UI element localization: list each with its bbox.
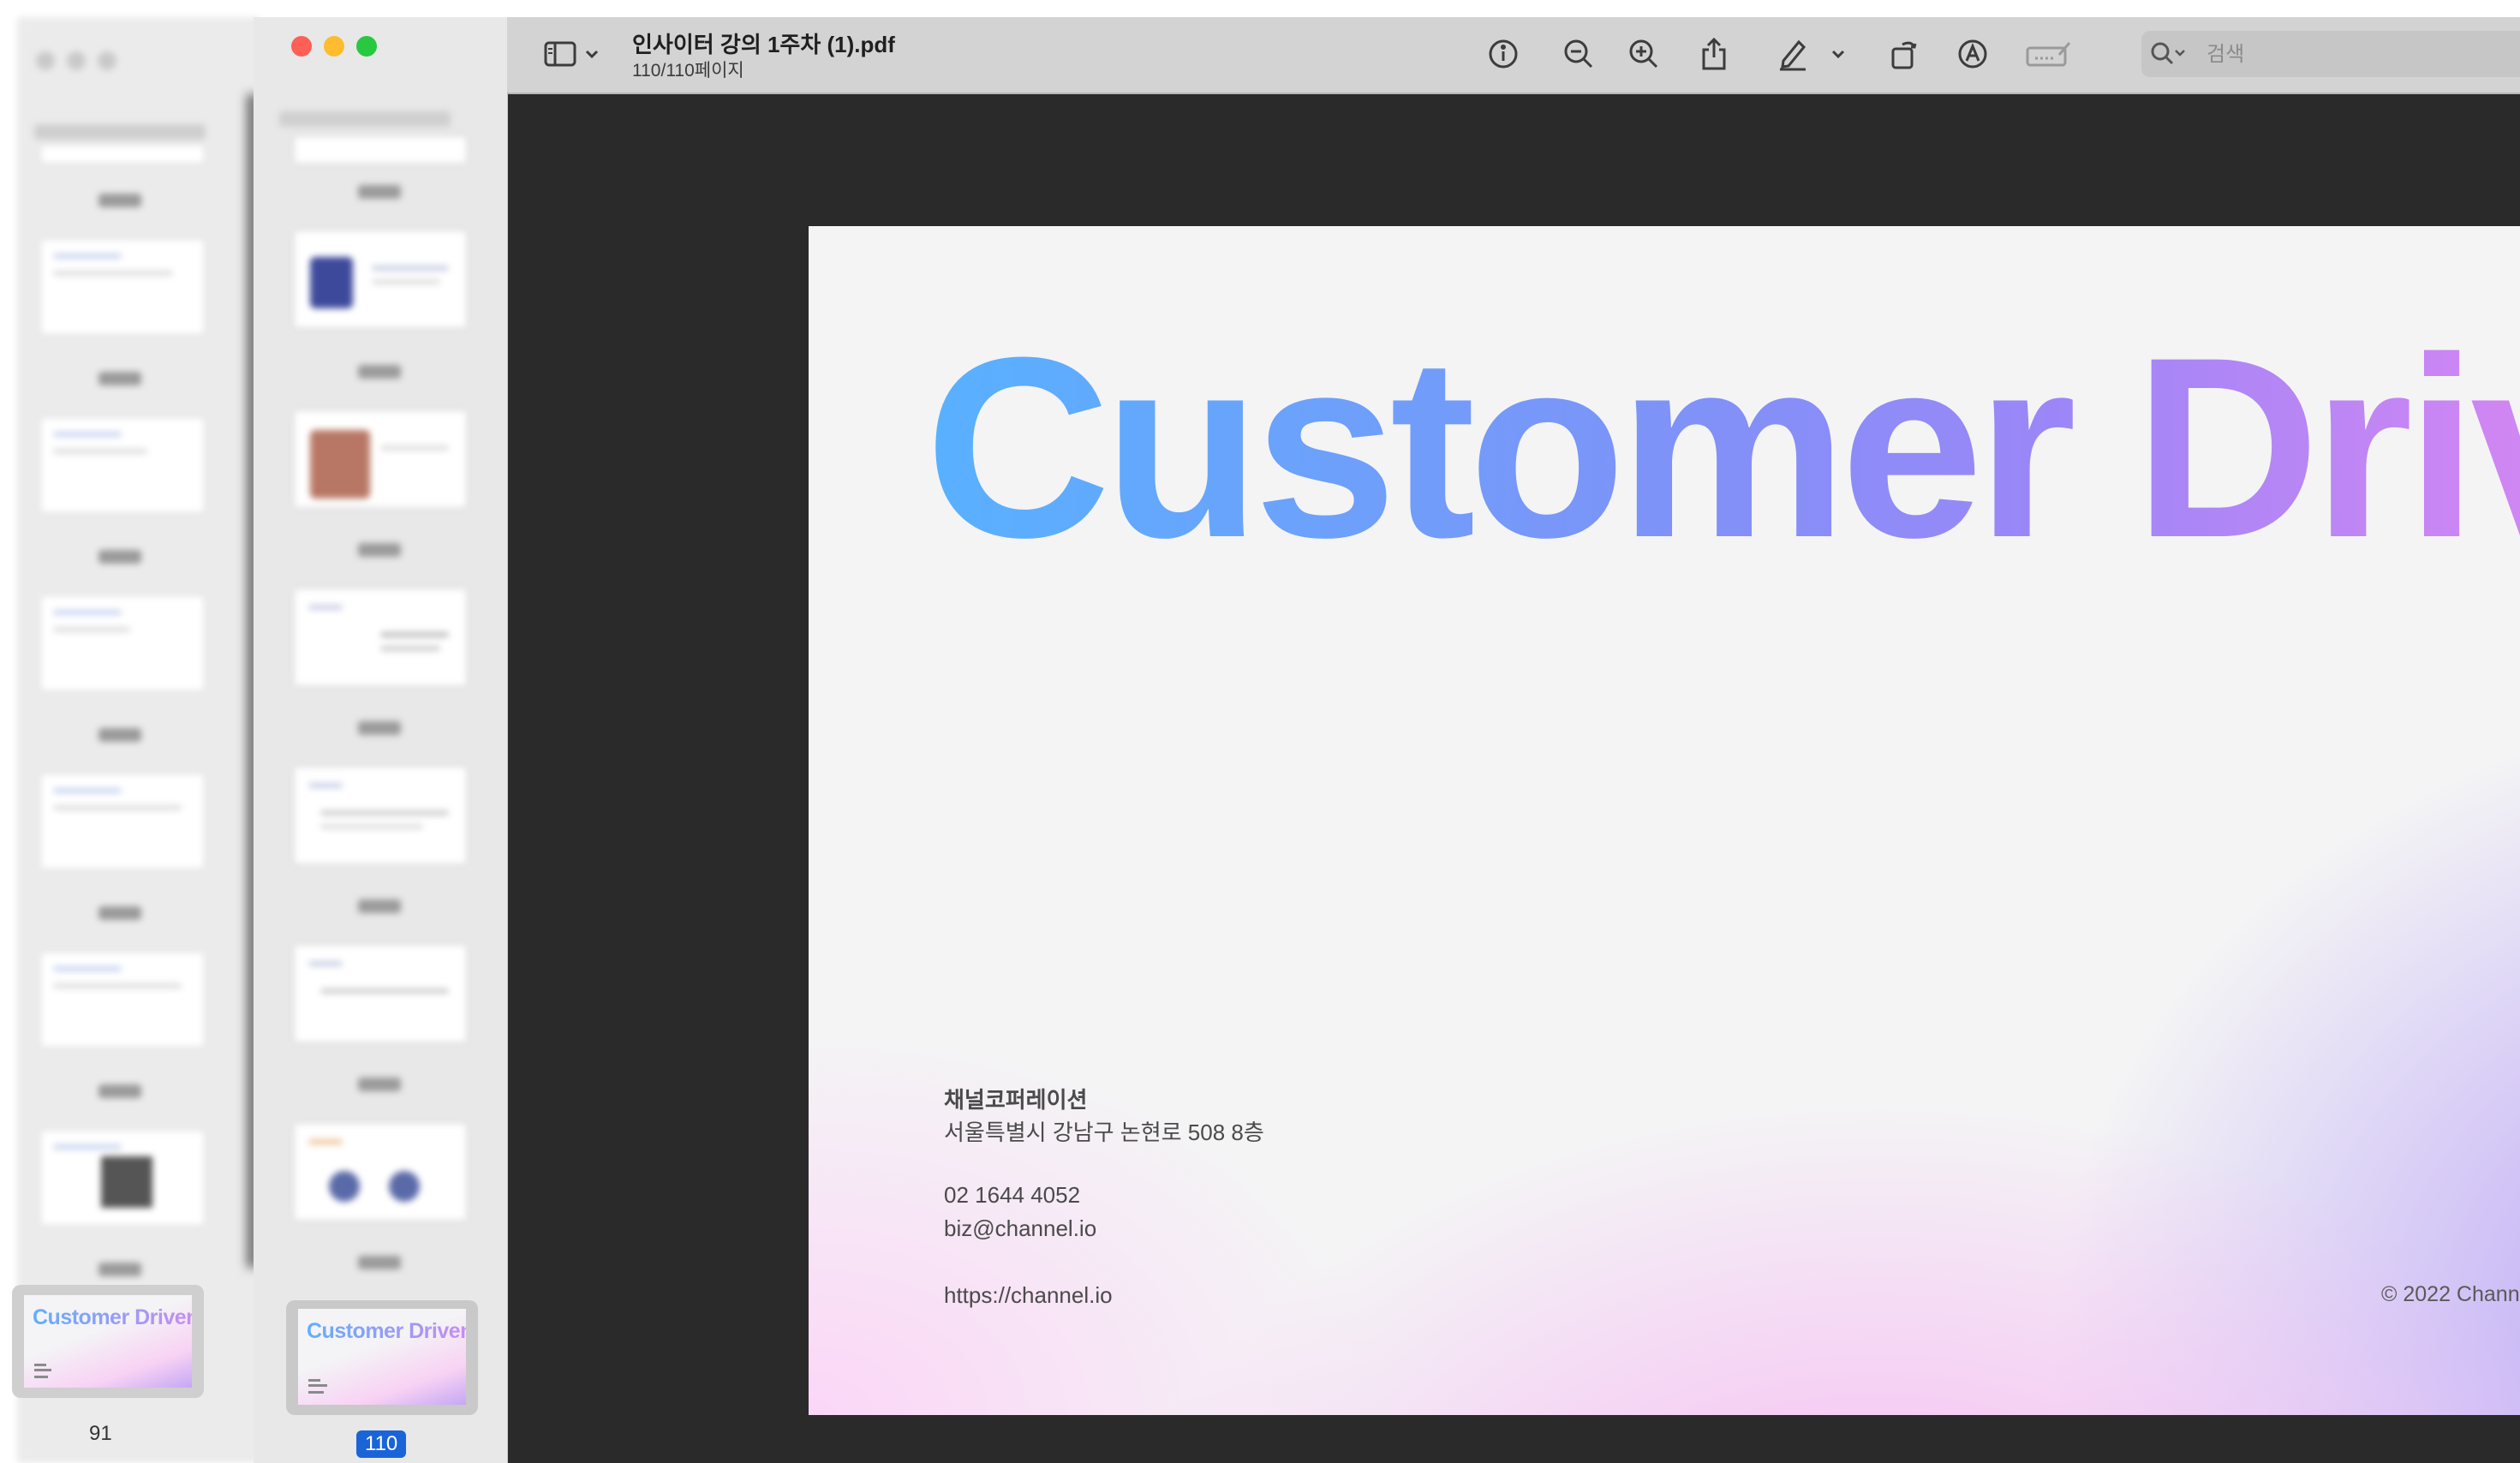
page-thumbnail[interactable]: [295, 589, 466, 685]
bg-selected-page-number: 91: [89, 1422, 112, 1445]
thumbnail-page-number: [358, 899, 401, 913]
search-field[interactable]: [2141, 31, 2520, 77]
page-thumbnail[interactable]: [295, 231, 466, 327]
bg-thumbnail: [41, 240, 204, 334]
selected-thumbnail-page[interactable]: Customer Driven: [298, 1309, 466, 1405]
bg-page-number: [99, 906, 141, 920]
sidebar-toggle-icon: [544, 41, 576, 67]
page-counter: 110/110페이지: [632, 61, 744, 81]
bg-thumbnail: [41, 952, 204, 1047]
company-phone: 02 1644 4052: [944, 1182, 1081, 1208]
copyright-text: © 2022 Channel Corp. all rights reserved…: [2381, 1282, 2520, 1306]
search-input[interactable]: [2205, 39, 2517, 70]
thumbnail-title: Customer Driven: [307, 1319, 466, 1344]
thumbnail-page-number: [358, 1078, 401, 1091]
search-icon: [2151, 42, 2185, 65]
bg-thumbnail: [41, 596, 204, 690]
chevron-down-icon: [585, 50, 599, 59]
rotate-button[interactable]: [1883, 33, 1926, 75]
chevron-down-icon: [1831, 50, 1845, 59]
zoom-in-button[interactable]: [1622, 33, 1665, 75]
bg-thumbnail: [41, 774, 204, 869]
thumbnail-page-number: [358, 365, 401, 379]
sidebar-toggle-button[interactable]: [541, 33, 579, 75]
zoom-out-icon: [1564, 39, 1593, 69]
selected-page-number-badge: 110: [356, 1430, 407, 1458]
bg-selected-thumbnail[interactable]: Customer Driven: [12, 1285, 204, 1398]
preview-window: Customer Driven 110 인사이터 강의 1주차 (1).pdf …: [254, 17, 2520, 1463]
page-heading: Customer Driven: [925, 319, 2520, 576]
company-name: 채널코퍼레이션: [944, 1087, 1088, 1113]
page-thumbnail[interactable]: [295, 1124, 466, 1220]
signature-icon: [2026, 42, 2071, 67]
page-thumbnail[interactable]: [295, 767, 466, 863]
toolbar: 인사이터 강의 1주차 (1).pdf 110/110페이지: [507, 17, 2520, 94]
bg-page-number: [99, 372, 141, 385]
bg-page-number: [99, 1084, 141, 1098]
bg-thumbnail: [41, 1131, 204, 1225]
info-button[interactable]: [1482, 33, 1525, 75]
zoom-button[interactable]: [356, 36, 377, 57]
page-thumbnail[interactable]: [295, 411, 466, 507]
page-thumbnail[interactable]: [295, 946, 466, 1042]
window-controls: [291, 36, 377, 57]
bg-thumbnail: [41, 418, 204, 512]
company-website: https://channel.io: [944, 1282, 1113, 1308]
bg-page-number: [99, 550, 141, 564]
bg-window-title: [34, 124, 206, 140]
thumbnail-sidebar: Customer Driven 110: [254, 17, 508, 1463]
bg-selected-thumbnail-page: Customer Driven: [24, 1295, 192, 1388]
minimize-button[interactable]: [324, 36, 344, 57]
page-thumbnail[interactable]: [295, 137, 466, 163]
background-preview-window: [17, 17, 258, 1463]
rotate-icon: [1891, 41, 1917, 69]
bg-page-number: [99, 1263, 141, 1276]
bg-window-controls: [36, 51, 116, 70]
highlight-pen-icon: [1780, 39, 1806, 71]
thumbnail-page-number: [358, 543, 401, 557]
highlight-menu-button[interactable]: [1828, 33, 1848, 75]
company-email: biz@channel.io: [944, 1215, 1097, 1241]
pdf-page: Customer Driven 채널코퍼레이션 서울특별시 강남구 논현로 50…: [809, 226, 2520, 1415]
sidebar-view-menu-button[interactable]: [582, 33, 601, 75]
bg-thumbnail: [41, 146, 204, 163]
document-title[interactable]: 인사이터 강의 1주차 (1).pdf: [632, 27, 895, 59]
thumbnail-page-number: [358, 185, 401, 199]
thumbnail-page-number: [358, 1256, 401, 1269]
zoom-in-icon: [1629, 39, 1658, 69]
share-button[interactable]: [1693, 33, 1735, 75]
thumbnail-page-number: [358, 721, 401, 735]
bg-thumbnail-title: Customer Driven: [33, 1305, 192, 1330]
signature-button[interactable]: [2023, 33, 2073, 75]
markup-icon: [1958, 39, 1987, 69]
share-icon: [1702, 37, 1726, 70]
highlight-button[interactable]: [1771, 33, 1814, 75]
bg-page-number: [99, 194, 141, 207]
markup-button[interactable]: [1951, 33, 1994, 75]
zoom-out-button[interactable]: [1557, 33, 1600, 75]
bg-page-number: [99, 728, 141, 742]
info-icon: [1489, 39, 1518, 69]
company-address: 서울특별시 강남구 논현로 508 8층: [944, 1120, 1264, 1145]
close-button[interactable]: [291, 36, 312, 57]
